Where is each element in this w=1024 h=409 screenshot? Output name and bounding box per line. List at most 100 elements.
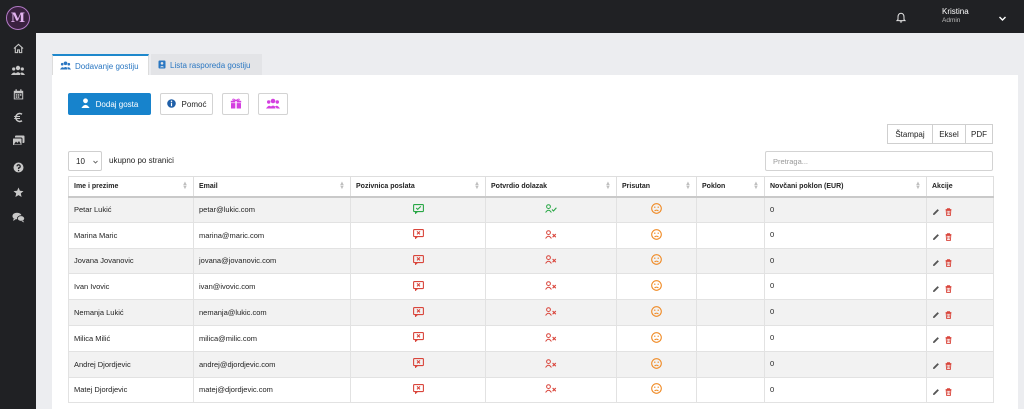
edit-icon[interactable] (932, 259, 940, 269)
invitation-not-sent-icon[interactable] (412, 306, 424, 319)
presence-status[interactable] (616, 376, 697, 404)
column-header-confirmed[interactable]: Potvrdio dolazak ▲ ▼ (485, 176, 617, 198)
edit-icon[interactable] (932, 233, 940, 243)
invitation-not-sent-icon[interactable] (412, 332, 424, 344)
confirmation-status[interactable] (485, 350, 617, 378)
invitation-status[interactable] (350, 376, 486, 404)
column-header-money-gift[interactable]: Novčani poklon (EUR) ▲ ▼ (764, 176, 927, 198)
page-size-select[interactable]: 10 (68, 151, 102, 171)
user-x-icon[interactable] (545, 358, 557, 370)
excel-button[interactable]: Eksel (932, 124, 966, 144)
presence-status[interactable] (616, 350, 697, 378)
sad-face-icon[interactable] (651, 332, 662, 345)
invitation-sent-icon[interactable] (412, 203, 424, 216)
column-header-name[interactable]: Ime i prezime ▲ ▼ (68, 176, 194, 198)
app-logo[interactable]: M (6, 6, 30, 30)
invitation-status[interactable] (350, 221, 486, 249)
delete-icon[interactable] (945, 207, 952, 218)
star-icon[interactable] (0, 182, 36, 202)
presence-status[interactable] (616, 299, 697, 326)
sad-face-icon[interactable] (651, 306, 662, 319)
confirmation-status[interactable] (485, 376, 617, 404)
chevron-down-icon[interactable] (998, 8, 1007, 27)
sad-face-icon[interactable] (651, 254, 662, 267)
column-header-email[interactable]: Email ▲ ▼ (193, 176, 351, 198)
presence-status[interactable] (616, 221, 697, 249)
column-header-invitation[interactable]: Pozivnica poslata ▲ ▼ (350, 176, 486, 198)
edit-icon[interactable] (932, 311, 940, 321)
delete-icon[interactable] (945, 388, 952, 398)
row-actions (926, 350, 994, 378)
delete-icon[interactable] (945, 259, 952, 269)
delete-icon[interactable] (945, 233, 952, 243)
confirmation-status[interactable] (485, 221, 617, 249)
tab-lista-rasporeda-gostiju[interactable]: Lista rasporeda gostiju (151, 54, 262, 76)
user-x-icon[interactable] (545, 307, 557, 318)
user-name[interactable]: Kristina (942, 7, 969, 16)
sort-icon: ▲ ▼ (605, 181, 611, 191)
print-button[interactable]: Štampaj (887, 124, 933, 144)
confirmation-status[interactable] (485, 324, 617, 352)
column-header-gift[interactable]: Poklon ▲ ▼ (696, 176, 765, 198)
edit-icon[interactable] (932, 285, 940, 295)
guests-icon[interactable] (0, 60, 36, 80)
edit-icon[interactable] (932, 388, 940, 398)
chat-icon[interactable] (0, 207, 36, 227)
user-x-icon[interactable] (545, 333, 557, 344)
confirmation-status[interactable] (485, 273, 617, 301)
invitation-status[interactable] (350, 350, 486, 378)
user-check-icon[interactable] (545, 204, 557, 215)
table-row: Milica Milić milica@milic.com 0 (68, 324, 994, 352)
help-icon[interactable] (0, 157, 36, 177)
home-icon[interactable] (0, 38, 36, 58)
confirmation-status[interactable] (485, 196, 617, 223)
guest-email: matej@djordjevic.com (193, 376, 351, 404)
user-x-icon[interactable] (545, 384, 557, 395)
invitation-not-sent-icon[interactable] (412, 229, 424, 241)
edit-icon[interactable] (932, 336, 940, 346)
delete-icon[interactable] (945, 285, 952, 295)
sad-face-icon[interactable] (651, 228, 662, 242)
user-x-icon[interactable] (545, 281, 557, 292)
user-x-icon[interactable] (545, 229, 557, 241)
sad-face-icon[interactable] (651, 383, 662, 396)
invitation-not-sent-icon[interactable] (412, 280, 424, 293)
presence-status[interactable] (616, 273, 697, 301)
sad-face-icon[interactable] (651, 280, 662, 293)
guest-gift (696, 299, 765, 326)
gallery-icon[interactable] (0, 130, 36, 150)
presence-status[interactable] (616, 324, 697, 352)
invitation-not-sent-icon[interactable] (412, 358, 424, 370)
table-row: Jovana Jovanovic jovana@jovanovic.com 0 (68, 247, 994, 275)
search-input[interactable] (765, 151, 993, 171)
edit-icon[interactable] (932, 362, 940, 372)
sad-face-icon[interactable] (651, 203, 662, 216)
invitation-status[interactable] (350, 273, 486, 301)
tab-dodavanje-gostiju[interactable]: Dodavanje gostiju (52, 54, 149, 76)
invitation-status[interactable] (350, 196, 486, 223)
invitation-status[interactable] (350, 247, 486, 275)
bell-icon[interactable] (892, 8, 910, 26)
column-header-present[interactable]: Prisutan ▲ ▼ (616, 176, 697, 198)
gift-button[interactable] (222, 93, 249, 115)
confirmation-status[interactable] (485, 299, 617, 326)
confirmation-status[interactable] (485, 247, 617, 275)
help-button[interactable]: Pomoć (160, 93, 213, 115)
sad-face-icon[interactable] (651, 357, 662, 371)
invitation-status[interactable] (350, 299, 486, 326)
edit-icon[interactable] (932, 208, 940, 218)
delete-icon[interactable] (945, 310, 952, 321)
group-button[interactable] (258, 93, 288, 115)
delete-icon[interactable] (945, 362, 952, 372)
calendar-icon[interactable] (0, 84, 36, 104)
euro-icon[interactable] (0, 107, 36, 127)
add-guest-button[interactable]: Dodaj gosta (68, 93, 151, 115)
delete-icon[interactable] (945, 336, 952, 346)
invitation-not-sent-icon[interactable] (412, 255, 424, 267)
presence-status[interactable] (616, 247, 697, 275)
user-x-icon[interactable] (545, 255, 557, 266)
presence-status[interactable] (616, 196, 697, 223)
pdf-button[interactable]: PDF (965, 124, 993, 144)
invitation-not-sent-icon[interactable] (412, 384, 424, 396)
invitation-status[interactable] (350, 324, 486, 352)
